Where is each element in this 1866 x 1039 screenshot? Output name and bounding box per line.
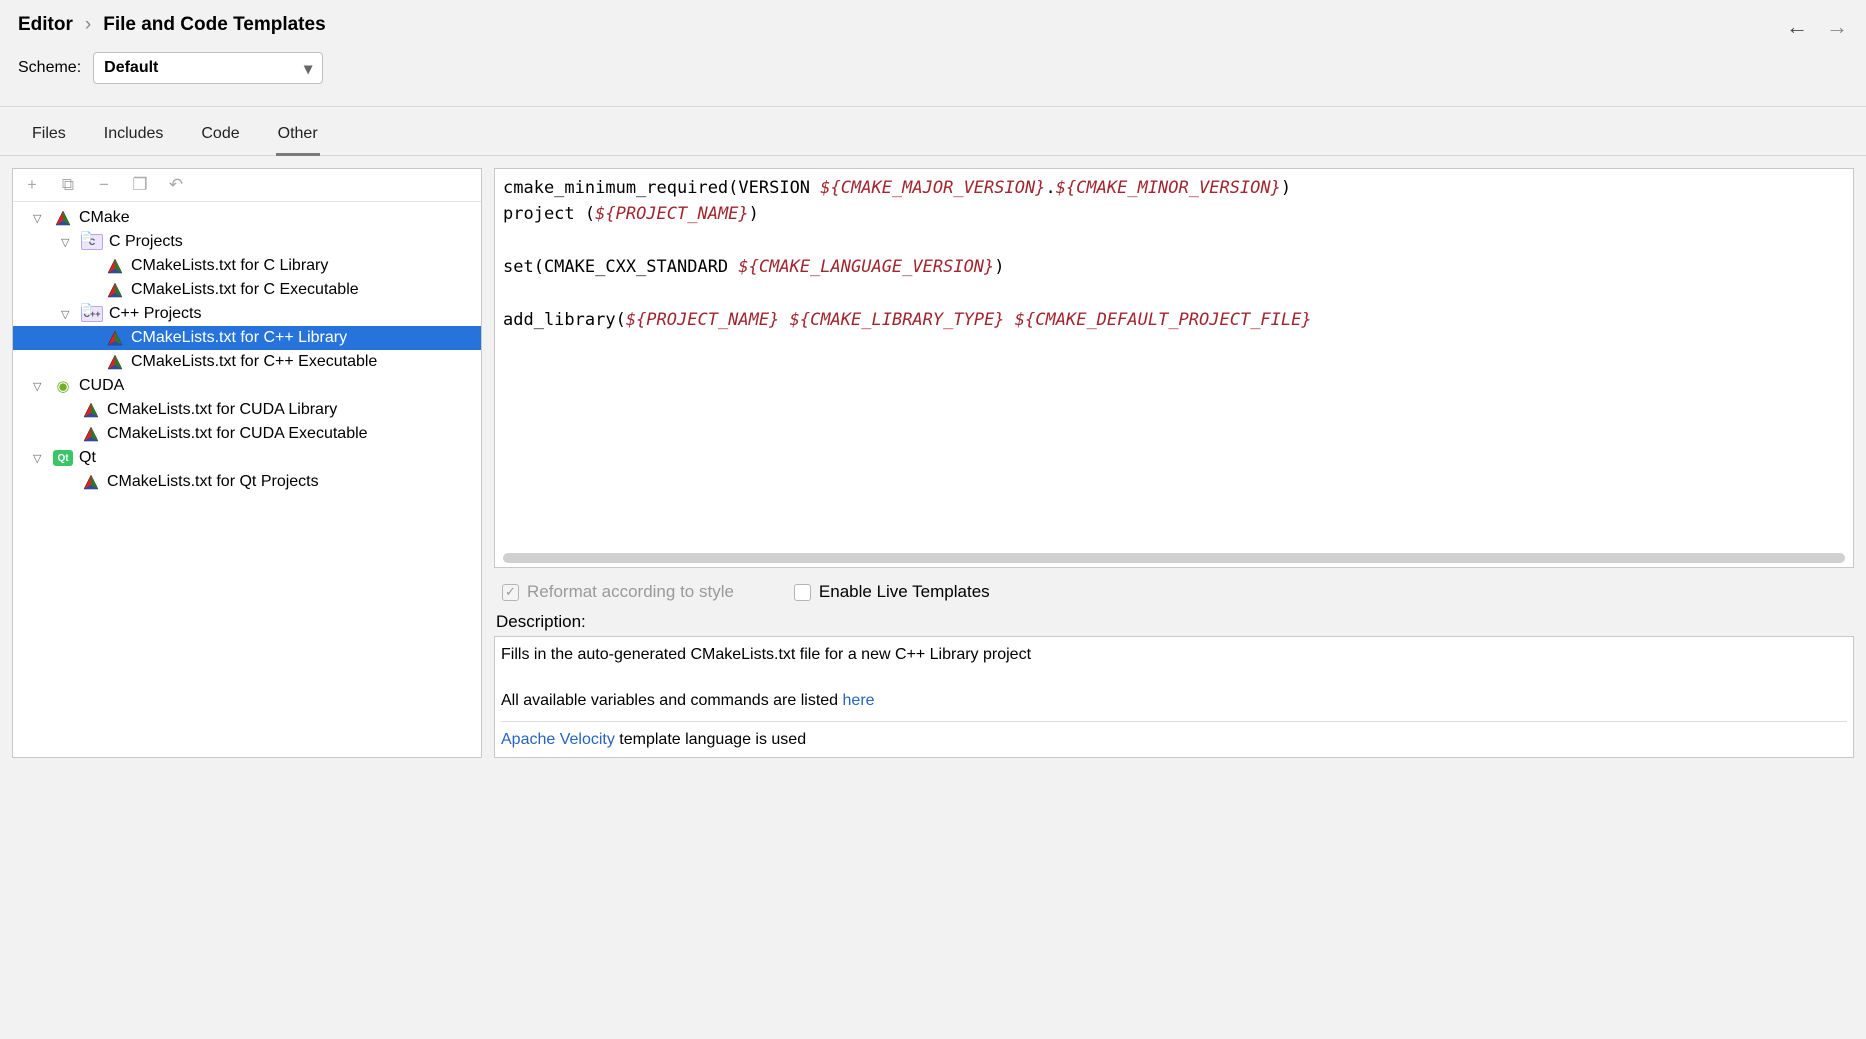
- tab-includes[interactable]: Includes: [102, 119, 166, 155]
- copy-icon[interactable]: ❐: [131, 175, 149, 195]
- cmake-icon: [105, 353, 125, 371]
- tree-label: C++ Projects: [109, 305, 201, 323]
- scheme-label: Scheme:: [18, 59, 81, 77]
- tree-label: CMakeLists.txt for CUDA Library: [107, 401, 337, 419]
- chevron-down-icon: ▽: [61, 308, 75, 321]
- tree-node-cmake[interactable]: ▽ CMake: [13, 206, 481, 230]
- tree-item-cuda-executable[interactable]: ▽ CMakeLists.txt for CUDA Executable: [13, 422, 481, 446]
- breadcrumb-editor[interactable]: Editor: [18, 14, 73, 36]
- tree-label: CUDA: [79, 377, 124, 395]
- tree-item-c-executable[interactable]: CMakeLists.txt for C Executable: [13, 278, 481, 302]
- nav-back-icon[interactable]: ←: [1786, 14, 1808, 40]
- tree-item-cpp-executable[interactable]: CMakeLists.txt for C++ Executable: [13, 350, 481, 374]
- tab-files[interactable]: Files: [30, 119, 68, 155]
- template-list-panel: + ⧉ − ❐ ↶ ▽ CMake ▽ 📄C C Projects CMakeL…: [12, 168, 482, 758]
- reformat-label: Reformat according to style: [527, 582, 734, 602]
- cmake-icon: [81, 473, 101, 491]
- description-line1: Fills in the auto-generated CMakeLists.t…: [501, 643, 1847, 666]
- c-project-icon: 📄C: [81, 234, 103, 250]
- tab-code[interactable]: Code: [199, 119, 241, 155]
- chevron-down-icon: ▽: [33, 380, 47, 393]
- clone-icon[interactable]: ⧉: [59, 175, 77, 195]
- live-templates-checkbox[interactable]: Enable Live Templates: [794, 582, 990, 602]
- cmake-icon: [105, 257, 125, 275]
- chevron-down-icon: ▽: [61, 236, 75, 249]
- reformat-checkbox: Reformat according to style: [502, 582, 734, 602]
- cpp-project-icon: 📄C++: [81, 306, 103, 322]
- tree-label: C Projects: [109, 233, 183, 251]
- tree-node-cpp-projects[interactable]: ▽ 📄C++ C++ Projects: [13, 302, 481, 326]
- add-icon[interactable]: +: [23, 175, 41, 195]
- breadcrumb-sep: ›: [85, 14, 91, 36]
- checkbox-icon[interactable]: [794, 584, 811, 601]
- cmake-icon: [105, 281, 125, 299]
- chevron-down-icon: ▽: [33, 452, 47, 465]
- cmake-icon: [81, 401, 101, 419]
- description-label: Description:: [494, 612, 1854, 636]
- cmake-icon: [105, 329, 125, 347]
- apache-velocity-link[interactable]: Apache Velocity: [501, 731, 615, 748]
- variables-here-link[interactable]: here: [843, 692, 875, 709]
- tree-label: CMakeLists.txt for C++ Executable: [131, 353, 377, 371]
- description-box: Fills in the auto-generated CMakeLists.t…: [494, 636, 1854, 758]
- scheme-select[interactable]: Default: [93, 52, 323, 84]
- tree-label: Qt: [79, 449, 96, 467]
- tree-label: CMakeLists.txt for C Library: [131, 257, 328, 275]
- tree-label: CMakeLists.txt for CUDA Executable: [107, 425, 368, 443]
- tree-item-cuda-library[interactable]: ▽ CMakeLists.txt for CUDA Library: [13, 398, 481, 422]
- tree-label: CMakeLists.txt for Qt Projects: [107, 473, 319, 491]
- remove-icon[interactable]: −: [95, 175, 113, 195]
- tree-node-qt[interactable]: ▽ Qt Qt: [13, 446, 481, 470]
- tabs: Files Includes Code Other: [0, 107, 1866, 156]
- cmake-icon: [53, 209, 73, 227]
- revert-icon[interactable]: ↶: [167, 175, 185, 195]
- checkbox-icon: [502, 584, 519, 601]
- tree-label: CMake: [79, 209, 130, 227]
- tab-other[interactable]: Other: [276, 119, 320, 156]
- template-toolbar: + ⧉ − ❐ ↶: [13, 169, 481, 202]
- description-line2: All available variables and commands are…: [501, 689, 1847, 712]
- description-line3: Apache Velocity template language is use…: [501, 728, 1847, 751]
- nav-forward-icon: →: [1826, 14, 1848, 40]
- tree-item-qt-projects[interactable]: ▽ CMakeLists.txt for Qt Projects: [13, 470, 481, 494]
- qt-icon: Qt: [53, 450, 73, 466]
- template-tree: ▽ CMake ▽ 📄C C Projects CMakeLists.txt f…: [13, 202, 481, 498]
- nvidia-icon: ◉: [53, 377, 73, 395]
- scheme-value: Default: [104, 59, 158, 76]
- chevron-down-icon: ▽: [33, 212, 47, 225]
- tree-label: CMakeLists.txt for C++ Library: [131, 329, 347, 347]
- tree-label: CMakeLists.txt for C Executable: [131, 281, 359, 299]
- breadcrumb[interactable]: Editor › File and Code Templates: [18, 14, 1848, 36]
- tree-item-c-library[interactable]: CMakeLists.txt for C Library: [13, 254, 481, 278]
- tree-node-cuda[interactable]: ▽ ◉ CUDA: [13, 374, 481, 398]
- breadcrumb-page: File and Code Templates: [103, 14, 325, 36]
- live-templates-label: Enable Live Templates: [819, 582, 990, 602]
- cmake-icon: [81, 425, 101, 443]
- horizontal-scrollbar[interactable]: [503, 553, 1845, 563]
- tree-item-cpp-library[interactable]: CMakeLists.txt for C++ Library: [13, 326, 481, 350]
- tree-node-c-projects[interactable]: ▽ 📄C C Projects: [13, 230, 481, 254]
- template-editor[interactable]: cmake_minimum_required(VERSION ${CMAKE_M…: [494, 168, 1854, 568]
